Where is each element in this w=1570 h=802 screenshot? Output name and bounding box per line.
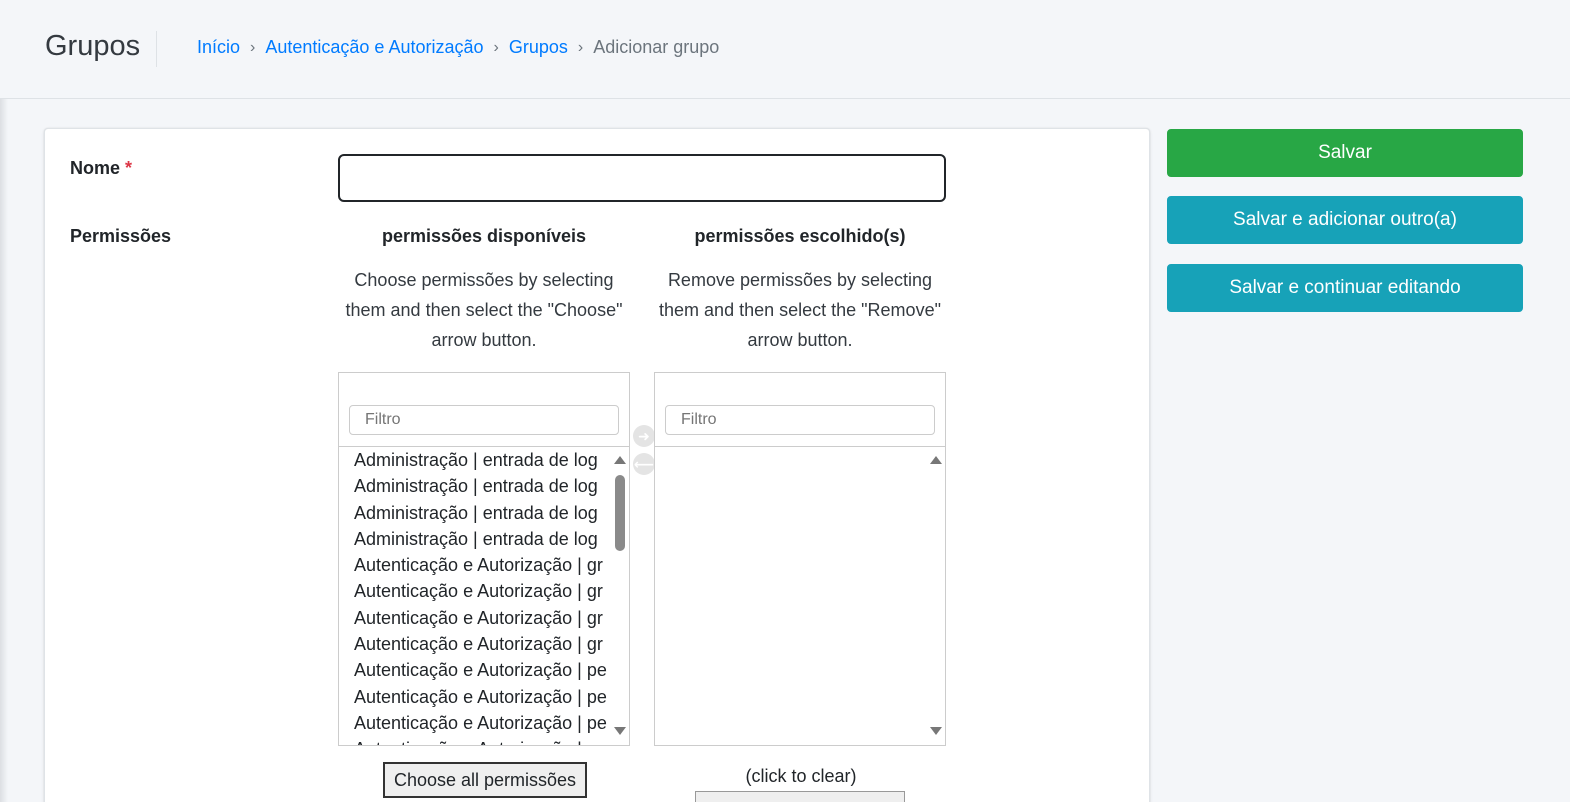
title-divider [156,31,157,67]
permission-option[interactable]: Autenticação e Autorização | pe [339,684,611,710]
permission-option[interactable]: Administração | entrada de log [339,473,611,499]
name-label-text: Nome [70,158,121,178]
required-marker: * [125,158,133,178]
available-permissions-help: Choose permissões by selecting them and … [345,270,623,350]
click-to-clear-hint: (click to clear) [745,766,857,786]
permission-option[interactable]: Administração | entrada de log [339,526,611,552]
permission-option[interactable]: Autenticação e Autorização | gr [339,605,611,631]
breadcrumb-separator: › [493,38,499,56]
chosen-filter-input[interactable] [665,405,935,435]
name-label: Nome * [70,158,132,179]
permission-option[interactable]: Autenticação e Autorização | pe [339,736,611,745]
permission-option[interactable]: Autenticação e Autorização | gr [339,631,611,657]
permission-option[interactable]: Autenticação e Autorização | gr [339,578,611,604]
breadcrumb-auth-link[interactable]: Autenticação e Autorização [265,37,483,58]
permission-option[interactable]: Administração | entrada de log [339,447,611,473]
available-permissions-list[interactable]: Administração | entrada de log Administra… [338,447,630,746]
breadcrumb-current: Adicionar grupo [593,37,720,57]
scroll-down-icon[interactable] [930,727,942,735]
remove-arrow-icon[interactable]: ⟵ [633,453,655,475]
chosen-permissions-title: permissões escolhido(s) [694,226,906,246]
choose-all-button[interactable]: Choose all permissões [383,762,587,798]
page-title: Grupos [45,30,141,62]
breadcrumb: Início › Autenticação e Autorização › Gr… [197,37,719,58]
available-filter-input[interactable] [349,405,619,435]
breadcrumb-separator: › [577,38,584,56]
scroll-up-icon[interactable] [930,456,942,464]
remove-all-button[interactable] [695,791,905,802]
chosen-permissions-help: Remove permissões by selecting them and … [659,270,941,350]
available-filter-box [338,372,630,447]
scroll-up-icon[interactable] [614,456,626,464]
breadcrumb-separator: › [250,38,256,56]
chosen-permissions-selector [654,372,946,746]
available-permissions-selector: Administração | entrada de logAdministra… [338,372,630,746]
breadcrumb-groups-link[interactable]: Grupos [509,37,568,58]
save-and-continue-button[interactable]: Salvar e continuar editando [1167,264,1523,312]
permission-option[interactable]: Autenticação e Autorização | pe [339,710,611,736]
name-input[interactable] [338,154,946,202]
content-header: Grupos Início › Autenticação e Autorizaç… [0,0,1570,99]
choose-arrow-icon[interactable]: ➜ [633,425,655,447]
chosen-filter-box [654,372,946,447]
sidebar-edge-shadow [0,0,8,802]
permission-option[interactable]: Autenticação e Autorização | gr [339,552,611,578]
available-permissions-column: permissões disponíveis Choose permissões… [338,226,630,355]
chosen-permissions-list[interactable] [654,447,946,746]
permission-option[interactable]: Autenticação e Autorização | pe [339,657,611,683]
permission-option[interactable]: Administração | entrada de log [339,500,611,526]
save-and-add-another-button[interactable]: Salvar e adicionar outro(a) [1167,196,1523,244]
scroll-down-icon[interactable] [614,727,626,735]
scrollbar-thumb[interactable] [615,475,625,551]
breadcrumb-home-link[interactable]: Início [197,37,240,58]
save-button[interactable]: Salvar [1167,129,1523,177]
available-permissions-title: permissões disponíveis [381,226,587,246]
chosen-permissions-column: permissões escolhido(s) Remove permissõe… [654,226,946,355]
permissions-label: Permissões [70,226,172,246]
group-form-card: Nome * Permissões permissões disponíveis… [44,128,1150,802]
